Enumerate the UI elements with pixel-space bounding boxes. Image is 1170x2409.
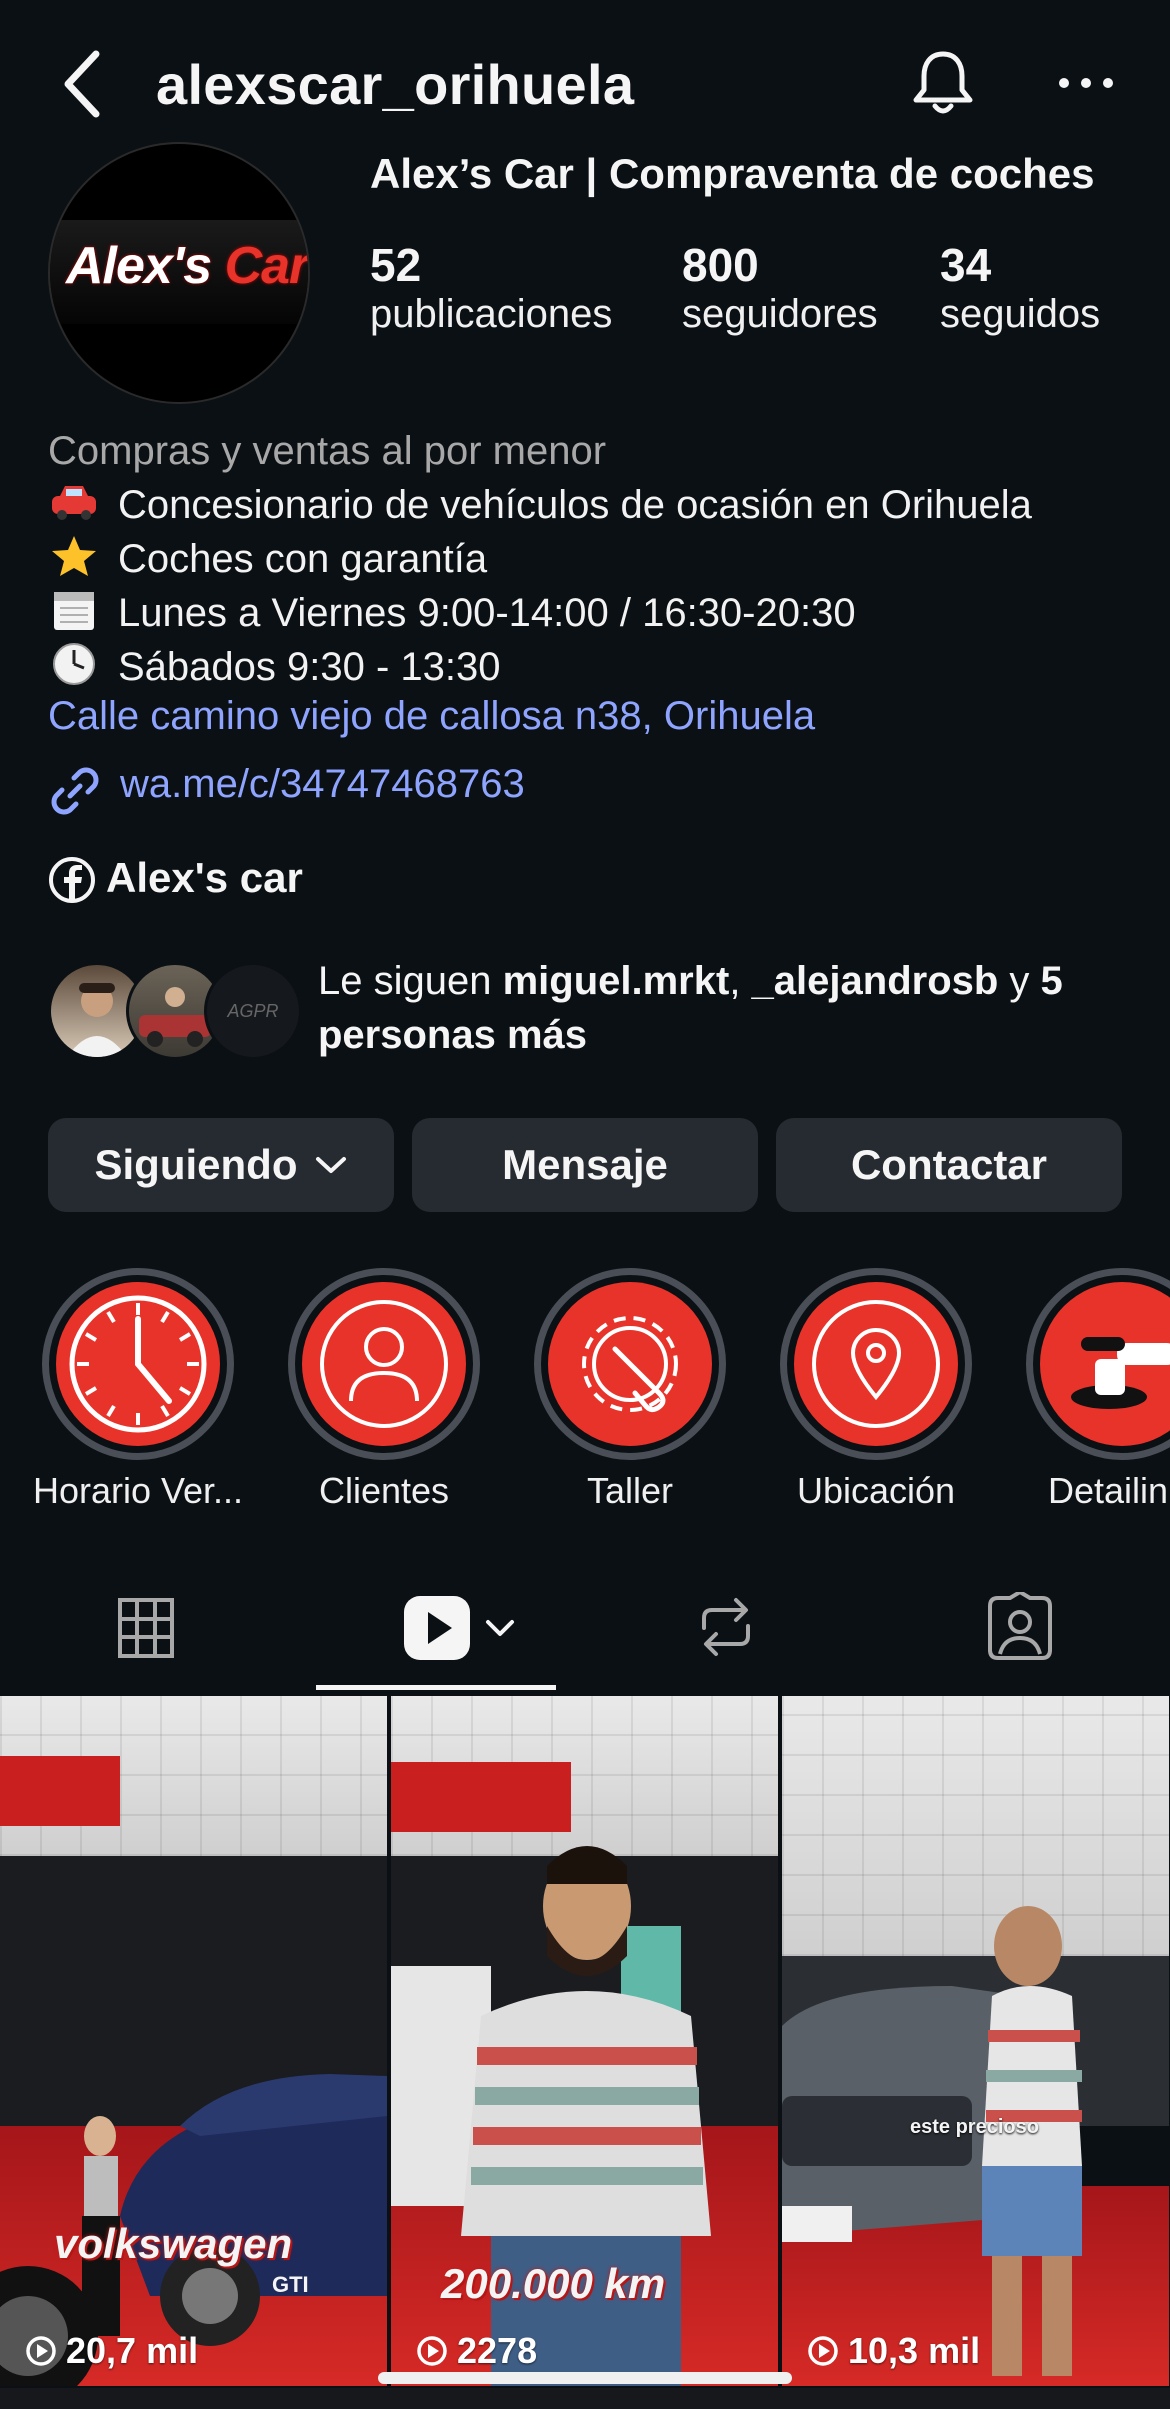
highlight-detailing[interactable]: [1026, 1268, 1170, 1460]
reel-views-count: 20,7 mil: [66, 2330, 199, 2371]
tagged-icon: [988, 1590, 1052, 1660]
highlight-label: Detailin: [1048, 1470, 1169, 1511]
highlight-label: Taller: [586, 1470, 674, 1511]
bio-line: Sábados 9:30 - 13:30: [48, 640, 501, 694]
clock-emoji-icon: [53, 643, 95, 685]
mutual-avatar-text: AGPR: [227, 1000, 279, 1021]
stat-following-value: 34: [940, 239, 992, 291]
reel-tile[interactable]: 200.000 km 2278: [391, 1696, 778, 2386]
stat-followers-value: 800: [682, 239, 759, 291]
following-button[interactable]: Siguiendo: [48, 1118, 394, 1212]
stat-following[interactable]: 34 seguidos: [940, 238, 1100, 337]
contact-button-label: Contactar: [850, 1141, 1048, 1188]
reel-overlay-subtext: este precioso: [910, 2116, 1039, 2138]
profile-avatar[interactable]: Alex's Car: [48, 142, 310, 404]
stat-followers[interactable]: 800 seguidores: [682, 238, 878, 337]
bio-line: Coches con garantía: [48, 532, 487, 586]
next-row-peek: [0, 2388, 1170, 2409]
tab-reposts[interactable]: [694, 1592, 758, 1667]
reel-overlay-text: volkswagen: [54, 2220, 293, 2267]
highlight-ubicacion[interactable]: [780, 1268, 972, 1460]
reel-views-count: 10,3 mil: [848, 2330, 981, 2371]
mutual-prefix: Le siguen: [318, 959, 503, 1003]
reel-views: 20,7 mil: [24, 2330, 198, 2372]
highlight-taller[interactable]: [534, 1268, 726, 1460]
back-button[interactable]: [56, 46, 112, 122]
bell-icon: [913, 51, 973, 114]
reel-views-count: 2278: [457, 2330, 538, 2371]
link-icon: [48, 764, 102, 818]
facebook-icon: [48, 856, 96, 904]
bio-line-text: Coches con garantía: [118, 537, 488, 581]
mutual-mid: y: [998, 959, 1041, 1003]
mutual-user: _alejandrosb: [751, 959, 999, 1003]
bio-line: Lunes a Viernes 9:00-14:00 / 16:30-20:30: [48, 586, 856, 640]
location-pin-icon: [812, 1300, 940, 1428]
calendar-emoji-icon: [54, 592, 94, 630]
tab-reels[interactable]: [402, 1592, 522, 1667]
stat-posts-value: 52: [370, 239, 422, 291]
reels-icon: [404, 1596, 514, 1660]
more-options-button[interactable]: [1056, 58, 1116, 108]
grid-icon: [118, 1598, 174, 1658]
chevron-left-icon: [64, 50, 100, 118]
wrench-gear-icon: [582, 1316, 678, 1413]
highlight-horario[interactable]: [42, 1268, 234, 1460]
mutual-sep: ,: [729, 959, 752, 1003]
clock-icon: [69, 1295, 207, 1433]
address-link[interactable]: Calle camino viejo de callosa n38, Orihu…: [48, 694, 815, 739]
mutual-user: miguel.mrkt: [502, 959, 730, 1003]
bio-line: Concesionario de vehículos de ocasión en…: [48, 478, 1032, 532]
bio-line-text: Lunes a Viernes 9:00-14:00 / 16:30-20:30: [118, 591, 856, 635]
reel-tile[interactable]: este precioso 10,3 mil: [782, 1696, 1169, 2386]
facebook-link[interactable]: Alex's car: [106, 854, 303, 902]
home-indicator[interactable]: [378, 2372, 792, 2384]
play-views-icon: [808, 2336, 838, 2366]
reel-overlay-subtext: GTI: [272, 2272, 309, 2297]
tab-grid[interactable]: [116, 1592, 176, 1667]
highlight-label: Clientes: [318, 1470, 450, 1511]
reel-tile[interactable]: volkswagen GTI 20,7 mil: [0, 1696, 387, 2386]
car-emoji-icon: [52, 486, 96, 520]
highlight-label: Horario Ver...: [32, 1470, 244, 1511]
stat-following-label: seguidos: [940, 292, 1101, 336]
avatar-logo-text: Alex's Car: [66, 237, 309, 295]
highlight-clientes[interactable]: [288, 1268, 480, 1460]
highlight-label: Ubicación: [796, 1470, 956, 1511]
message-button-label: Mensaje: [502, 1141, 668, 1188]
polisher-icon: [1071, 1337, 1170, 1409]
mutual-followers-text[interactable]: Le siguen miguel.mrkt, _alejandrosb y 5 …: [318, 954, 1138, 1062]
contact-button[interactable]: Contactar: [776, 1118, 1122, 1212]
play-views-icon: [417, 2336, 447, 2366]
play-views-icon: [26, 2336, 56, 2366]
bio-line-text: Concesionario de vehículos de ocasión en…: [118, 483, 1032, 527]
stat-posts[interactable]: 52 publicaciones: [370, 238, 612, 337]
reel-overlay-text: 200.000 km: [441, 2260, 666, 2307]
more-horizontal-icon: [1059, 78, 1113, 88]
reposts-icon: [702, 1598, 750, 1656]
website-link[interactable]: wa.me/c/34747468763: [120, 762, 525, 807]
profile-username: alexscar_orihuela: [156, 53, 635, 116]
user-icon: [320, 1300, 448, 1428]
display-name: Alex’s Car | Compraventa de coches: [370, 150, 1095, 197]
profile-category: Compras y ventas al por menor: [48, 429, 607, 473]
reel-views: 2278: [415, 2330, 537, 2372]
bio-line-text: Sábados 9:30 - 13:30: [118, 645, 501, 689]
active-tab-indicator: [316, 1685, 556, 1690]
notifications-button[interactable]: [906, 46, 980, 120]
following-button-label: Siguiendo: [94, 1141, 298, 1188]
mutual-avatar[interactable]: AGPR: [204, 962, 302, 1060]
tab-tagged[interactable]: [984, 1590, 1056, 1667]
stat-followers-label: seguidores: [682, 292, 878, 336]
reel-views: 10,3 mil: [806, 2330, 980, 2372]
chevron-down-icon: [315, 1157, 346, 1173]
stat-posts-label: publicaciones: [370, 292, 613, 336]
message-button[interactable]: Mensaje: [412, 1118, 758, 1212]
star-emoji-icon: [52, 536, 96, 576]
